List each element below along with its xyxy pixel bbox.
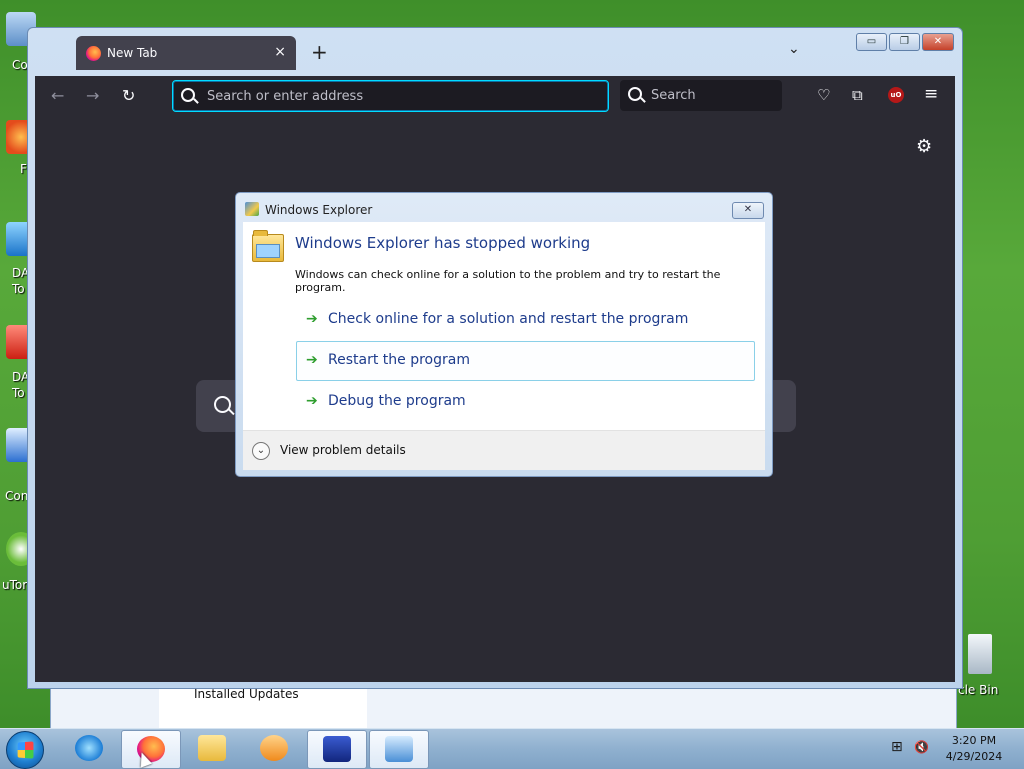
taskbar: ⊞ 🔇 3:20 PM 4/29/2024 — [0, 728, 1024, 769]
option-label: Restart the program — [328, 352, 470, 368]
tab-close-icon[interactable]: × — [274, 44, 286, 60]
clock-time: 3:20 PM — [951, 734, 997, 747]
desktop-icon-label: uTor — [2, 578, 28, 592]
taskbar-control-panel[interactable] — [369, 730, 429, 769]
view-problem-details-link[interactable]: View problem details — [280, 443, 406, 457]
volume-muted-icon[interactable]: 🔇 — [914, 740, 929, 754]
search-icon — [181, 88, 195, 102]
ublock-origin-icon[interactable]: uO — [888, 87, 904, 103]
taskbar-save-app[interactable] — [307, 730, 367, 769]
list-all-tabs-icon[interactable]: ⌄ — [788, 41, 800, 57]
address-input[interactable] — [205, 85, 604, 107]
control-panel-icon — [385, 736, 413, 762]
address-bar[interactable] — [172, 80, 609, 112]
desktop-icon-label: cle Bin — [958, 683, 999, 697]
desktop-icon-label: Co — [12, 58, 28, 72]
dialog-title: Windows Explorer — [265, 203, 373, 217]
clock-date: 4/29/2024 — [945, 750, 1003, 763]
taskbar-media-player[interactable] — [245, 730, 303, 767]
pocket-icon[interactable]: ♡ — [817, 86, 830, 104]
taskbar-windows-explorer[interactable] — [183, 730, 241, 767]
settings-gear-icon[interactable]: ⚙ — [916, 136, 932, 157]
minimize-button[interactable]: ▭ — [856, 33, 887, 51]
debug-program-option[interactable]: ➔ Debug the program — [296, 382, 755, 422]
window-close-button[interactable]: ✕ — [922, 33, 954, 51]
back-arrow-icon[interactable]: ← — [51, 86, 64, 105]
navigation-toolbar: ← → ↻ Search ♡ ⧉ uO ≡ — [35, 76, 955, 116]
dialog-close-button[interactable]: ✕ — [732, 202, 764, 219]
desktop-icon-label: F — [20, 162, 27, 176]
new-tab-button[interactable]: + — [311, 42, 328, 62]
extensions-icon[interactable]: ⧉ — [852, 86, 863, 104]
windows-explorer-icon — [245, 202, 259, 216]
firefox-icon — [86, 46, 101, 61]
desktop-icon-label: Con — [5, 489, 29, 503]
desktop-icon-label: To — [12, 282, 25, 296]
forward-arrow-icon[interactable]: → — [86, 86, 99, 105]
search-icon — [214, 396, 231, 413]
recycle-bin-icon — [968, 634, 992, 674]
search-box-placeholder: Search — [651, 88, 696, 103]
network-icon[interactable]: ⊞ — [891, 739, 903, 755]
tab-new-tab[interactable]: New Tab × — [76, 36, 296, 70]
start-button[interactable] — [6, 731, 44, 769]
dialog-headline: Windows Explorer has stopped working — [295, 234, 591, 252]
option-label: Check online for a solution and restart … — [328, 311, 689, 327]
restart-program-option[interactable]: ➔ Restart the program — [296, 341, 755, 381]
taskbar-internet-explorer[interactable] — [60, 730, 118, 767]
tab-title: New Tab — [107, 46, 158, 60]
search-icon — [628, 87, 642, 101]
dialog-body: Windows Explorer has stopped working Win… — [243, 222, 765, 470]
installed-updates-link[interactable]: Installed Updates — [194, 687, 299, 701]
search-box[interactable]: Search — [620, 80, 782, 111]
option-label: Debug the program — [328, 393, 466, 409]
dialog-description: Windows can check online for a solution … — [295, 268, 721, 294]
green-arrow-icon: ➔ — [306, 352, 318, 368]
menu-icon[interactable]: ≡ — [924, 84, 938, 104]
dialog-footer: ⌄ View problem details — [243, 430, 765, 470]
internet-explorer-icon — [75, 735, 103, 761]
folder-icon — [252, 230, 284, 262]
floppy-disk-icon — [323, 736, 351, 762]
green-arrow-icon: ➔ — [306, 393, 318, 409]
reload-icon[interactable]: ↻ — [122, 86, 135, 105]
error-dialog: Windows Explorer ✕ Windows Explorer has … — [235, 192, 773, 477]
chevron-down-icon[interactable]: ⌄ — [252, 442, 270, 460]
folder-icon — [198, 735, 226, 761]
check-online-option[interactable]: ➔ Check online for a solution and restar… — [296, 300, 755, 340]
maximize-button[interactable]: ❐ — [889, 33, 920, 51]
green-arrow-icon: ➔ — [306, 311, 318, 327]
system-clock[interactable]: 3:20 PM 4/29/2024 — [943, 733, 1005, 765]
media-player-icon — [260, 735, 288, 761]
desktop-icon-label: To — [12, 386, 25, 400]
